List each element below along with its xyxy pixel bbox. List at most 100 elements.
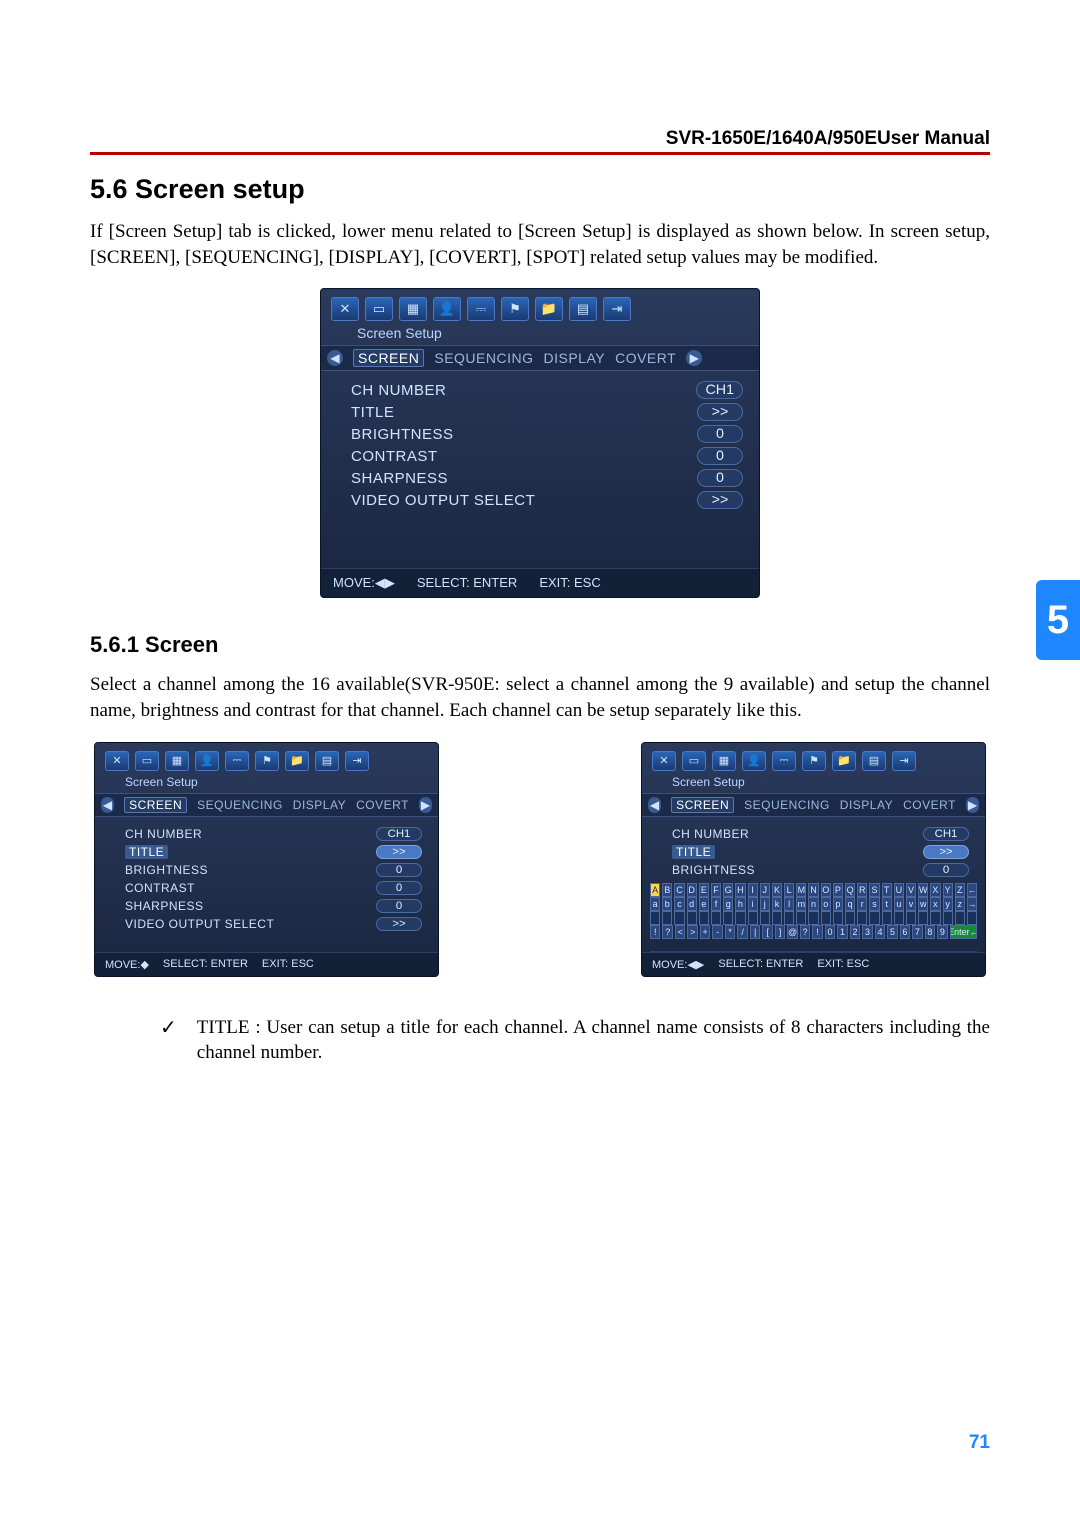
kbd-key[interactable]: → [967,897,977,911]
kbd-key[interactable]: > [687,925,697,939]
tab-covert[interactable]: COVERT [615,350,676,366]
kbd-key[interactable]: [ [762,925,772,939]
kbd-key[interactable]: A [650,883,660,897]
kbd-key[interactable]: ! [650,925,660,939]
tab-display[interactable]: DISPLAY [293,798,346,812]
setting-value[interactable]: 0 [923,863,969,877]
kbd-key[interactable]: d [687,897,697,911]
kbd-key[interactable] [808,911,818,925]
kbd-key[interactable] [699,911,709,925]
kbd-key[interactable]: D [687,883,697,897]
kbd-key[interactable]: y [943,897,953,911]
kbd-key[interactable]: F [711,883,721,897]
kbd-key[interactable] [943,911,953,925]
setting-value[interactable]: >> [376,917,422,931]
kbd-key[interactable]: p [833,897,843,911]
kbd-key[interactable]: B [662,883,672,897]
kbd-key[interactable]: x [930,897,940,911]
setting-value[interactable]: >> [697,491,743,509]
tab-covert[interactable]: COVERT [356,798,409,812]
kbd-key[interactable]: 4 [875,925,885,939]
kbd-key[interactable] [711,911,721,925]
tab-screen[interactable]: SCREEN [353,349,424,367]
kbd-key[interactable]: S [869,883,879,897]
kbd-key[interactable] [869,911,879,925]
monitor-icon[interactable]: ▭ [365,297,393,321]
kbd-key[interactable]: L [784,883,794,897]
setting-value[interactable]: 0 [697,469,743,487]
net-icon[interactable]: ⎓ [772,751,796,771]
kbd-key[interactable]: v [906,897,916,911]
kbd-key[interactable]: 7 [912,925,922,939]
kbd-key[interactable]: K [772,883,782,897]
tab-covert[interactable]: COVERT [903,798,956,812]
kbd-key[interactable] [821,911,831,925]
rec-icon[interactable]: ▦ [165,751,189,771]
rec-icon[interactable]: ▦ [399,297,427,321]
kbd-key[interactable]: m [796,897,806,911]
kbd-key[interactable]: f [711,897,721,911]
kbd-key[interactable]: 5 [887,925,897,939]
kbd-key[interactable]: z [955,897,965,911]
net-icon[interactable]: ⎓ [225,751,249,771]
kbd-key[interactable]: ← [967,883,977,897]
monitor-icon[interactable]: ▭ [682,751,706,771]
kbd-key[interactable]: I [748,883,758,897]
kbd-key[interactable]: M [796,883,806,897]
folder-icon[interactable]: 📁 [535,297,563,321]
kbd-key[interactable]: - [712,925,722,939]
kbd-key[interactable]: V [906,883,916,897]
kbd-key[interactable]: 6 [900,925,910,939]
user-icon[interactable]: 👤 [433,297,461,321]
kbd-key[interactable]: 3 [862,925,872,939]
kbd-key[interactable] [894,911,904,925]
setting-value[interactable]: 0 [376,881,422,895]
net-icon[interactable]: ⎓ [467,297,495,321]
kbd-key[interactable]: q [845,897,855,911]
kbd-key[interactable]: 1 [837,925,847,939]
kbd-key[interactable]: | [750,925,760,939]
exit-icon[interactable]: ⇥ [892,751,916,771]
kbd-key[interactable]: g [723,897,733,911]
kbd-key[interactable]: < [675,925,685,939]
kbd-key[interactable]: * [725,925,735,939]
setting-value[interactable]: >> [697,403,743,421]
tab-sequencing[interactable]: SEQUENCING [434,350,533,366]
sched-icon[interactable]: ▤ [569,297,597,321]
sched-icon[interactable]: ▤ [862,751,886,771]
kbd-key[interactable]: t [882,897,892,911]
setting-value[interactable]: CH1 [923,827,969,841]
kbd-key[interactable]: n [808,897,818,911]
kbd-key[interactable]: h [735,897,745,911]
setting-value[interactable]: 0 [697,447,743,465]
tab-display[interactable]: DISPLAY [840,798,893,812]
kbd-key[interactable] [760,911,770,925]
kbd-key[interactable] [650,911,660,925]
tab-next-icon[interactable]: ▶ [419,797,432,813]
kbd-key[interactable] [662,911,672,925]
kbd-key[interactable]: ? [800,925,810,939]
kbd-key[interactable]: r [857,897,867,911]
exit-icon[interactable]: ⇥ [345,751,369,771]
kbd-key[interactable]: Q [845,883,855,897]
setting-value[interactable]: CH1 [376,827,422,841]
kbd-key[interactable]: 2 [850,925,860,939]
kbd-key[interactable] [882,911,892,925]
sched-icon[interactable]: ▤ [315,751,339,771]
kbd-key[interactable]: Z [955,883,965,897]
folder-icon[interactable]: 📁 [285,751,309,771]
flag-icon[interactable]: ⚑ [501,297,529,321]
tab-next-icon[interactable]: ▶ [686,350,702,366]
kbd-key[interactable]: W [918,883,928,897]
setting-value[interactable]: 0 [697,425,743,443]
kbd-key[interactable]: ? [662,925,672,939]
kbd-key[interactable] [772,911,782,925]
user-icon[interactable]: 👤 [742,751,766,771]
kbd-key[interactable]: X [930,883,940,897]
kbd-key[interactable]: C [674,883,684,897]
kbd-key[interactable]: G [723,883,733,897]
kbd-key[interactable]: ] [775,925,785,939]
kbd-key[interactable]: k [772,897,782,911]
kbd-key[interactable]: T [882,883,892,897]
kbd-key[interactable] [784,911,794,925]
